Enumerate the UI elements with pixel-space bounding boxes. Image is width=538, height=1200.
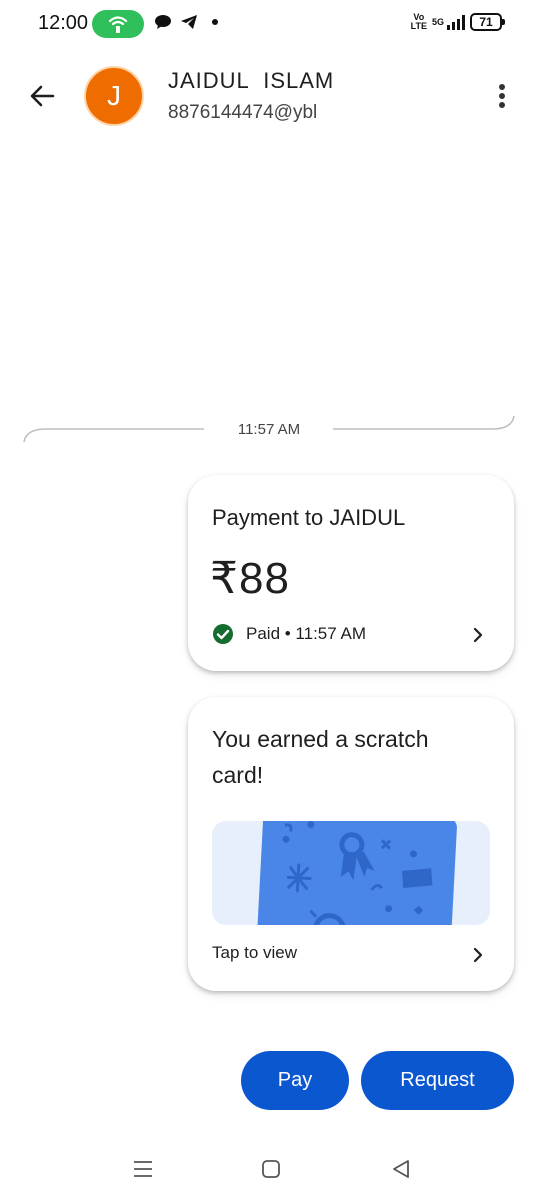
hotspot-icon <box>92 10 144 38</box>
system-icons: Vo LTE 5G 71 <box>410 12 505 31</box>
payment-status: Paid • 11:57 AM <box>246 624 366 643</box>
check-circle-icon <box>213 624 233 644</box>
scratch-card-preview[interactable] <box>212 821 490 925</box>
recent-apps-button[interactable] <box>128 1154 158 1184</box>
network-type: 5G <box>431 17 444 27</box>
scratch-card-image <box>257 821 457 925</box>
contact-name: JAIDUL ISLAM <box>168 68 335 93</box>
avatar[interactable]: J <box>84 66 144 126</box>
home-square-icon <box>262 1160 280 1178</box>
conversation-timestamp: 11:57 AM <box>237 421 301 438</box>
tap-to-view-label: Tap to view <box>212 943 298 962</box>
status-bar: 12:00 Vo LTE 5G 71 <box>0 0 538 48</box>
payment-amount: ₹88 <box>210 554 290 603</box>
chevron-right-icon <box>473 947 483 963</box>
pay-button[interactable]: Pay <box>241 1051 349 1110</box>
timestamp-divider: 11:57 AM <box>0 404 538 454</box>
more-options-button[interactable] <box>490 80 514 112</box>
status-time: 12:00 <box>38 12 89 34</box>
contact-upi-id: 8876144474@ybl <box>168 102 318 123</box>
menu-icon <box>134 1161 152 1177</box>
back-triangle-icon <box>393 1160 409 1178</box>
scratch-card[interactable]: You earned a scratch card! Tap to view <box>188 697 514 991</box>
arrow-left-icon <box>30 85 55 107</box>
signal-icon <box>447 14 465 30</box>
volte-icon: Vo LTE <box>410 12 427 31</box>
chat-bubble-icon <box>155 15 171 29</box>
scratch-card-title: You earned a scratch card! <box>212 726 429 788</box>
home-button[interactable] <box>256 1154 286 1184</box>
payment-status-row: Paid • 11:57 AM <box>212 623 366 645</box>
chat-screen: 12:00 Vo LTE 5G 71 J JAIDUL ISLAM 887614… <box>0 0 538 1200</box>
system-navigation-bar <box>0 1140 538 1200</box>
system-back-button[interactable] <box>386 1154 416 1184</box>
chevron-right-icon <box>473 627 483 643</box>
payment-card[interactable]: Payment to JAIDUL ₹88 Paid • 11:57 AM <box>188 475 514 671</box>
telegram-icon <box>181 15 197 29</box>
notification-icons <box>154 14 218 30</box>
more-vertical-icon <box>499 84 505 90</box>
more-notifications-icon <box>212 19 218 25</box>
battery-icon: 71 <box>470 13 505 31</box>
payment-title: Payment to JAIDUL <box>212 505 406 530</box>
request-button[interactable]: Request <box>361 1051 514 1110</box>
back-button[interactable] <box>24 78 60 114</box>
